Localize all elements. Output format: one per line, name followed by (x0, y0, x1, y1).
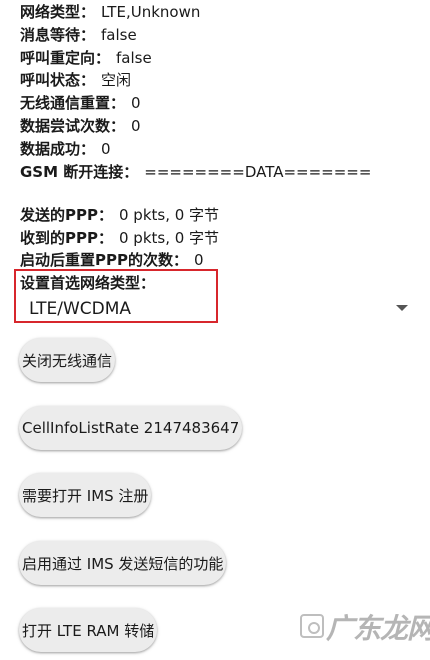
status-row-data-success: 数据成功： 0 (20, 139, 111, 159)
status-value: 空闲 (101, 71, 132, 89)
status-row-radio-reset: 无线通信重置： 0 (20, 93, 141, 113)
ppp-row-sent: 发送的PPP： 0 pkts, 0 字节 (20, 205, 219, 225)
status-label: 数据成功： (20, 140, 96, 158)
lte-ram-dump-button[interactable]: 打开 LTE RAM 转储 (19, 608, 158, 652)
status-value: false (101, 26, 137, 44)
status-row-call-redirect: 呼叫重定向： false (20, 48, 152, 68)
status-label: 数据尝试次数： (20, 117, 126, 135)
ppp-row-received: 收到的PPP： 0 pkts, 0 字节 (20, 228, 219, 248)
watermark-text: 广东龙网 (326, 612, 430, 645)
status-value: LTE,Unknown (101, 3, 201, 21)
status-value: ========DATA======= (144, 163, 372, 181)
status-value: 0 (101, 140, 111, 158)
status-row-data-attempts: 数据尝试次数： 0 (20, 116, 141, 136)
watermark-logo-icon (300, 614, 324, 638)
status-row-network-type: 网络类型： LTE,Unknown (20, 2, 200, 22)
status-label: 消息等待： (20, 26, 96, 44)
ppp-value: 0 pkts, 0 字节 (118, 229, 220, 247)
status-label: 网络类型： (20, 3, 96, 21)
status-row-call-status: 呼叫状态： 空闲 (20, 70, 131, 90)
status-label: GSM 断开连接： (20, 163, 139, 181)
cell-info-list-rate-button[interactable]: CellInfoListRate 2147483647 (19, 406, 243, 450)
ppp-label: 发送的PPP： (20, 206, 113, 224)
ppp-label: 启动后重置PPP的次数： (20, 251, 188, 269)
preferred-network-value: LTE/WCDMA (29, 299, 132, 319)
status-value: 0 (131, 117, 141, 135)
ims-registration-button[interactable]: 需要打开 IMS 注册 (19, 473, 152, 517)
status-value: false (116, 49, 152, 67)
radio-info-screen: 网络类型： LTE,Unknown 消息等待： false 呼叫重定向： false … (0, 0, 430, 660)
ppp-label: 收到的PPP： (20, 229, 113, 247)
ppp-value: 0 (193, 251, 204, 269)
status-label: 呼叫重定向： (20, 49, 111, 67)
status-row-message-waiting: 消息等待： false (20, 25, 137, 45)
sms-over-ims-button[interactable]: 启用通过 IMS 发送短信的功能 (19, 541, 227, 585)
status-value: 0 (131, 94, 141, 112)
ppp-row-reset-count: 启动后重置PPP的次数： 0 (20, 250, 204, 270)
preferred-network-dropdown[interactable]: LTE/WCDMA (20, 296, 412, 322)
status-row-gsm-disconnect: GSM 断开连接： ========DATA======= (20, 162, 371, 182)
ppp-value: 0 pkts, 0 字节 (118, 206, 220, 224)
radio-power-off-button[interactable]: 关闭无线通信 (19, 338, 116, 382)
status-label: 无线通信重置： (20, 94, 126, 112)
preferred-network-label: 设置首选网络类型： (20, 274, 156, 292)
dropdown-arrow-icon (396, 305, 408, 311)
status-label: 呼叫状态： (20, 71, 96, 89)
